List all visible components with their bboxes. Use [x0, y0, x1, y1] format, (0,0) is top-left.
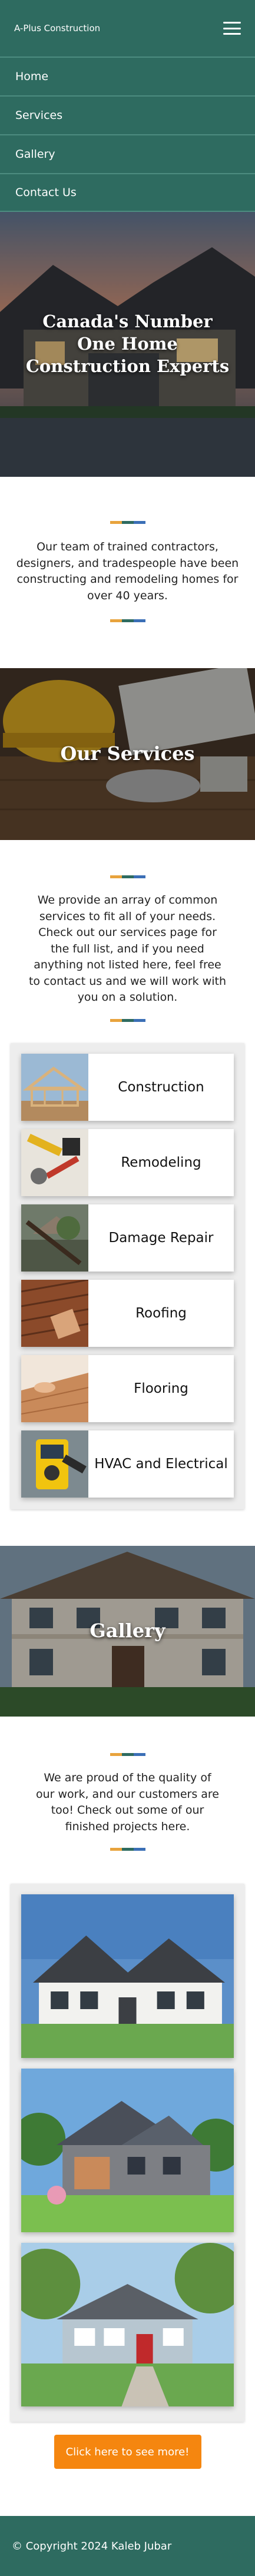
service-label: HVAC and Electrical [94, 1456, 228, 1472]
service-label: Flooring [134, 1381, 188, 1397]
service-label: Roofing [135, 1306, 187, 1322]
service-card-roofing[interactable]: Roofing [21, 1280, 234, 1347]
house-frame-image [21, 1054, 88, 1121]
gallery-photo-3[interactable] [21, 2243, 234, 2407]
service-card-flooring[interactable]: Flooring [21, 1355, 234, 1423]
intro-text: Our team of trained contractors, designe… [16, 540, 239, 602]
nav-item-contact-us[interactable]: Contact Us [0, 173, 255, 212]
multimeter-image [21, 1430, 88, 1498]
gallery-banner: Gallery [0, 1546, 255, 1717]
gallery-photo-1[interactable] [21, 1894, 234, 2059]
service-card-hvac-electrical[interactable]: HVAC and Electrical [21, 1430, 234, 1498]
main-nav: Home Services Gallery Contact Us [0, 57, 255, 212]
nav-item-services[interactable]: Services [0, 95, 255, 134]
gallery-banner-title: Gallery [90, 1619, 165, 1642]
tools-image [21, 1129, 88, 1197]
service-label: Remodeling [121, 1155, 201, 1171]
footer: © Copyright 2024 Kaleb Jubar [0, 2516, 255, 2576]
service-card-construction[interactable]: Construction [21, 1054, 234, 1121]
service-label: Damage Repair [108, 1230, 214, 1246]
services-list: Construction Remodeling Damage Repair Ro… [11, 1043, 244, 1510]
service-card-damage-repair[interactable]: Damage Repair [21, 1204, 234, 1272]
gallery-photo-2[interactable] [21, 2069, 234, 2233]
copyright-text: © Copyright 2024 Kaleb Jubar [12, 2540, 172, 2552]
services-text: We provide an array of common services t… [28, 894, 227, 1004]
service-card-remodeling[interactable]: Remodeling [21, 1129, 234, 1197]
services-banner: Our Services [0, 668, 255, 841]
hamburger-menu-icon[interactable] [223, 22, 241, 35]
gallery-grid [11, 1884, 244, 2422]
storm-damage-image [21, 1204, 88, 1272]
wood-floor-image [21, 1355, 88, 1423]
hero-title: Canada's Number One Home Construction Ex… [25, 311, 230, 376]
roof-shingles-image [21, 1280, 88, 1347]
nav-item-gallery[interactable]: Gallery [0, 134, 255, 173]
top-bar: A-Plus Construction [0, 0, 255, 57]
gallery-text: We are proud of the quality of our work,… [35, 1771, 219, 1833]
hero-banner: Canada's Number One Home Construction Ex… [0, 212, 255, 477]
nav-item-home[interactable]: Home [0, 57, 255, 95]
service-label: Construction [118, 1080, 204, 1096]
brand-name[interactable]: A-Plus Construction [14, 23, 100, 34]
services-banner-title: Our Services [60, 742, 195, 765]
see-more-button[interactable]: Click here to see more! [54, 2435, 201, 2469]
